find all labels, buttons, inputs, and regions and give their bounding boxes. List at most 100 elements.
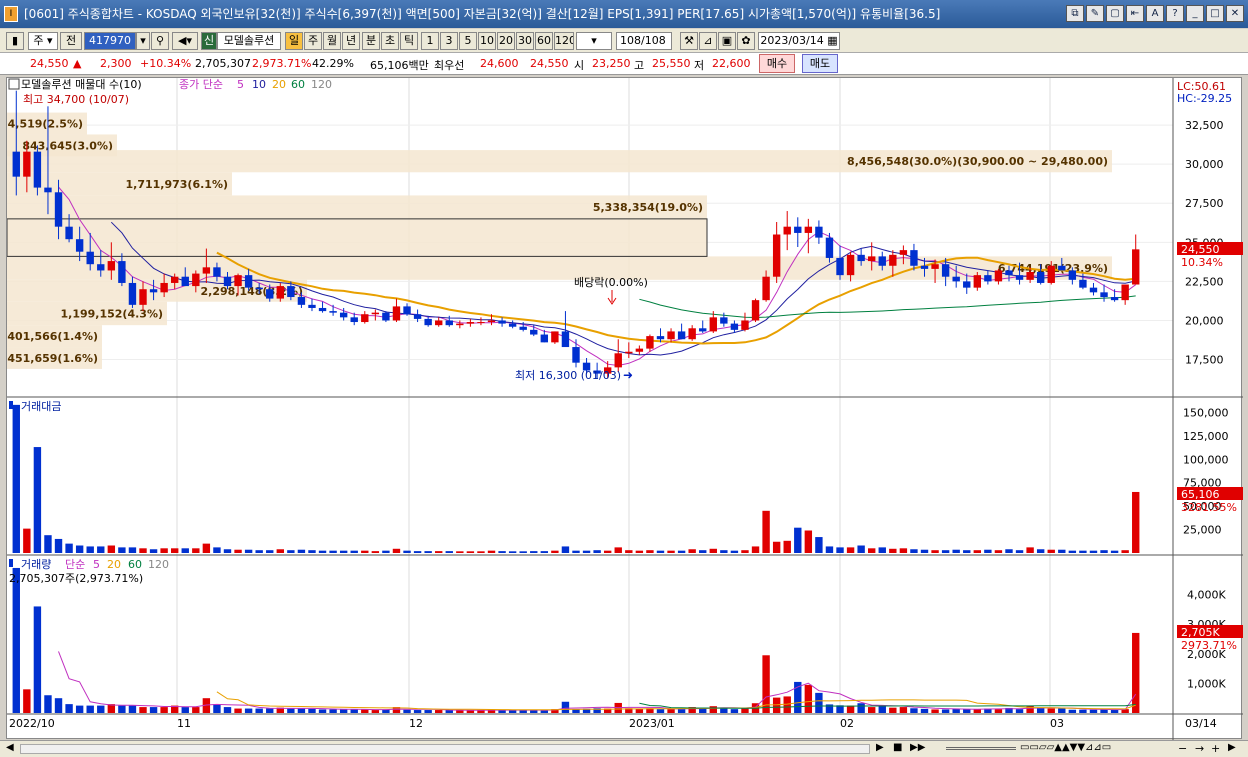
- amount-bar: [572, 550, 580, 553]
- amount-bar: [308, 550, 316, 553]
- volume-bar: [403, 709, 411, 713]
- type-select[interactable]: 주 ▾: [28, 32, 58, 50]
- period-minute[interactable]: 분: [362, 32, 380, 50]
- settings-icon[interactable]: ✿: [737, 32, 755, 50]
- volume-bar: [456, 710, 464, 713]
- candle-body: [1015, 275, 1024, 280]
- scroll-bar[interactable]: ◀ ▶ ■ ▶▶ ▭▭▱▱▲▲▼▼⊿⊿▭ − → + ▶: [0, 740, 1248, 757]
- candle-body: [33, 151, 42, 188]
- candle-body: [508, 323, 517, 327]
- code-input[interactable]: 417970: [84, 32, 136, 50]
- interval-5[interactable]: 5: [459, 32, 477, 50]
- amount-bar: [487, 550, 496, 553]
- amount-bar: [128, 547, 137, 553]
- scroll-left-icon[interactable]: ◀: [6, 742, 14, 753]
- volume-bar: [561, 701, 570, 713]
- interval-3[interactable]: 3: [440, 32, 458, 50]
- play-icon[interactable]: ▶: [876, 742, 884, 753]
- chart-area[interactable]: 714,519(2.5%)843,645(3.0%)8,456,548(30.0…: [0, 77, 1243, 740]
- custom-interval-input[interactable]: ▾: [576, 32, 612, 50]
- candle-body: [868, 256, 876, 262]
- help-icon[interactable]: ?: [1166, 5, 1184, 22]
- tool-icon[interactable]: ⚒: [680, 32, 698, 50]
- candle-body: [128, 282, 137, 305]
- zoom-in-icon[interactable]: +: [1211, 742, 1220, 755]
- amount-bar: [551, 550, 559, 553]
- pan-icon[interactable]: →: [1195, 742, 1204, 755]
- candle-body: [244, 275, 253, 288]
- interval-30[interactable]: 30: [516, 32, 534, 50]
- date-input[interactable]: 2023/03/14 ▦: [758, 32, 840, 50]
- candle-body: [889, 254, 897, 266]
- zoom-slider[interactable]: [946, 747, 1016, 750]
- candle-body: [54, 192, 63, 227]
- amount-bar: [741, 550, 749, 553]
- amount-bar: [772, 541, 781, 553]
- volume-bar: [97, 705, 105, 713]
- volume-bar: [160, 707, 168, 713]
- maximize-button[interactable]: □: [1206, 5, 1224, 22]
- amount-bar: [424, 551, 432, 553]
- chart-tool-icon[interactable]: ⊿: [699, 32, 717, 50]
- scroll-right-icon[interactable]: ▶: [1228, 742, 1236, 753]
- candle-body: [794, 226, 802, 233]
- amount-bar: [392, 548, 401, 553]
- period-weekly[interactable]: 주: [304, 32, 322, 50]
- vma-5: 5: [93, 558, 100, 571]
- candle-body: [139, 289, 147, 305]
- volume-bar: [878, 705, 886, 713]
- period-monthly[interactable]: 월: [323, 32, 341, 50]
- chart-canvas[interactable]: 714,519(2.5%)843,645(3.0%)8,456,548(30.0…: [0, 78, 1243, 740]
- zoom-out-icon[interactable]: −: [1178, 742, 1187, 755]
- period-tick[interactable]: 틱: [400, 32, 418, 50]
- period-daily[interactable]: 일: [285, 32, 303, 50]
- send-icon[interactable]: ⇤: [1126, 5, 1144, 22]
- layout-icon[interactable]: ▢: [1106, 5, 1124, 22]
- interval-60[interactable]: 60: [535, 32, 553, 50]
- stop-icon[interactable]: ■: [893, 742, 902, 753]
- code-dropdown-icon[interactable]: ▾: [136, 32, 150, 50]
- next-icon[interactable]: ▶▶: [910, 742, 925, 753]
- interval-120[interactable]: 120: [554, 32, 574, 50]
- period-yearly[interactable]: 년: [342, 32, 360, 50]
- interval-1[interactable]: 1: [421, 32, 439, 50]
- interval-10[interactable]: 10: [478, 32, 496, 50]
- candle-body: [709, 317, 717, 332]
- prev-button[interactable]: 전: [60, 32, 82, 50]
- font-icon[interactable]: A: [1146, 5, 1164, 22]
- scroll-track[interactable]: [20, 744, 870, 754]
- candle-body: [973, 275, 982, 288]
- candle-body: [783, 226, 791, 235]
- interval-20[interactable]: 20: [497, 32, 515, 50]
- save-icon[interactable]: ▣: [718, 32, 736, 50]
- search-icon[interactable]: ⚲: [151, 32, 169, 50]
- candle-body: [371, 312, 380, 315]
- candle-body: [456, 323, 464, 326]
- close-button[interactable]: ✕: [1226, 5, 1244, 22]
- volume-axis-label: 1,000K: [1187, 677, 1226, 690]
- candle-body: [202, 267, 211, 274]
- legend-table-icon[interactable]: [8, 78, 20, 90]
- link-icon[interactable]: ⧉: [1066, 5, 1084, 22]
- buy-button[interactable]: 매수: [759, 54, 795, 73]
- new-listing-tag: 신: [201, 32, 217, 50]
- period-second[interactable]: 초: [381, 32, 399, 50]
- chart-type-icon[interactable]: ▮: [6, 32, 24, 50]
- vma-60: 60: [128, 558, 142, 571]
- candle-body: [192, 273, 200, 287]
- amount-bar: [213, 547, 221, 553]
- sell-button[interactable]: 매도: [802, 54, 838, 73]
- candle-body: [1132, 249, 1140, 285]
- speaker-icon[interactable]: ◀▾: [172, 32, 198, 50]
- xaxis-label: 11: [177, 717, 191, 730]
- count-display[interactable]: 108/108: [616, 32, 672, 50]
- amount-axis-label: 100,000: [1183, 453, 1229, 466]
- minimize-button[interactable]: _: [1186, 5, 1204, 22]
- last-price-pct: 10.34%: [1181, 256, 1223, 269]
- volume-bar: [508, 710, 517, 713]
- drawing-tools-icon[interactable]: ▭▭▱▱▲▲▼▼⊿⊿▭: [1020, 742, 1111, 753]
- candle-body: [477, 322, 485, 324]
- edit-icon[interactable]: ✎: [1086, 5, 1104, 22]
- candle-body: [519, 326, 527, 330]
- volume-percent: 2,973.71%: [252, 57, 312, 70]
